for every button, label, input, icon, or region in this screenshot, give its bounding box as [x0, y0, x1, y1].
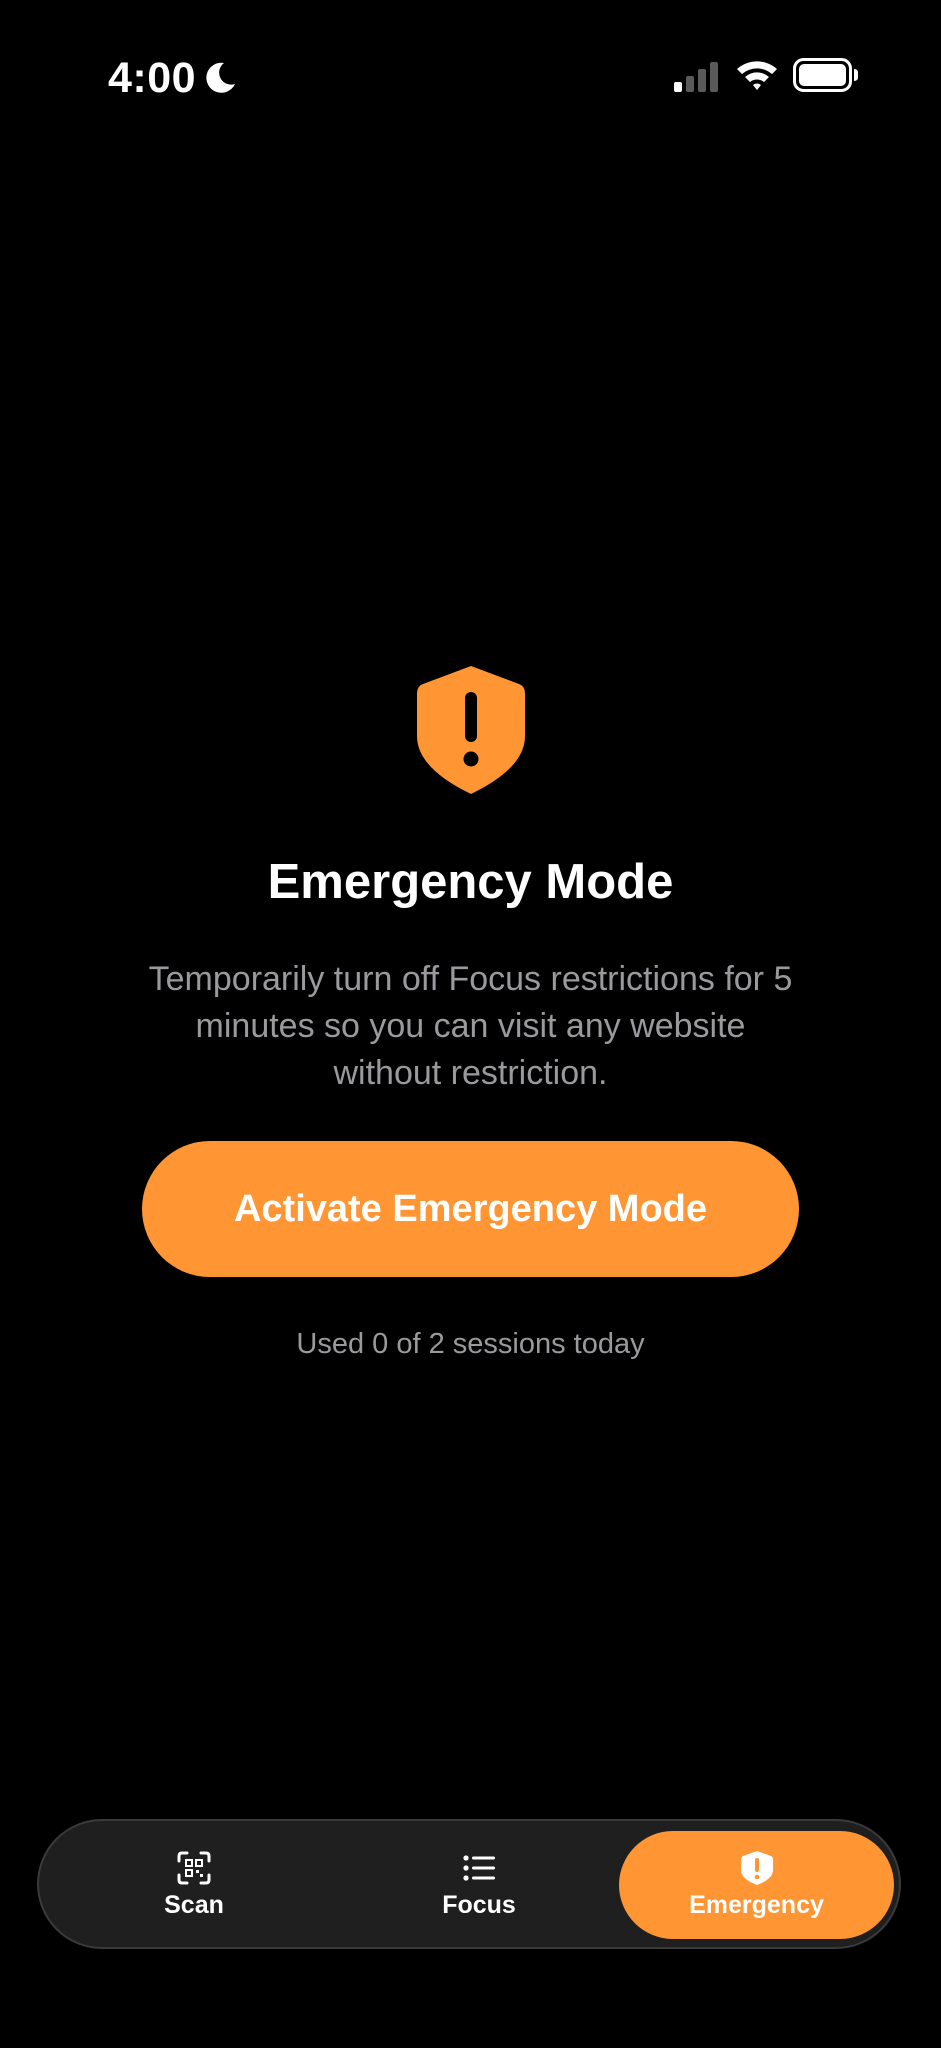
description-text: Temporarily turn off Focus restrictions …	[148, 960, 793, 1092]
tab-bar: Scan Focus Emergency	[37, 1819, 901, 1949]
page-title: Emergency Mode	[267, 855, 674, 909]
shield-exclamation-icon	[740, 1851, 773, 1885]
tab-label: Emergency	[689, 1891, 824, 1919]
list-icon	[463, 1855, 495, 1881]
tab-emergency[interactable]: Emergency	[619, 1831, 894, 1939]
tab-focus[interactable]: Focus	[354, 1831, 604, 1939]
moon-icon	[206, 62, 235, 93]
wifi-icon	[737, 61, 777, 90]
activate-emergency-mode-button[interactable]: Activate Emergency Mode	[142, 1141, 799, 1277]
status-time: 4:00	[108, 54, 197, 102]
tab-scan[interactable]: Scan	[69, 1831, 319, 1939]
cellular-signal-icon	[674, 62, 718, 92]
qr-scan-icon	[177, 1851, 211, 1885]
tab-label: Scan	[164, 1891, 224, 1919]
shield-exclamation-icon	[417, 666, 525, 794]
tab-label: Focus	[442, 1891, 516, 1919]
status-bar: 4:00	[0, 0, 941, 150]
usage-counter: Used 0 of 2 sessions today	[296, 1328, 645, 1360]
battery-icon	[793, 58, 858, 92]
